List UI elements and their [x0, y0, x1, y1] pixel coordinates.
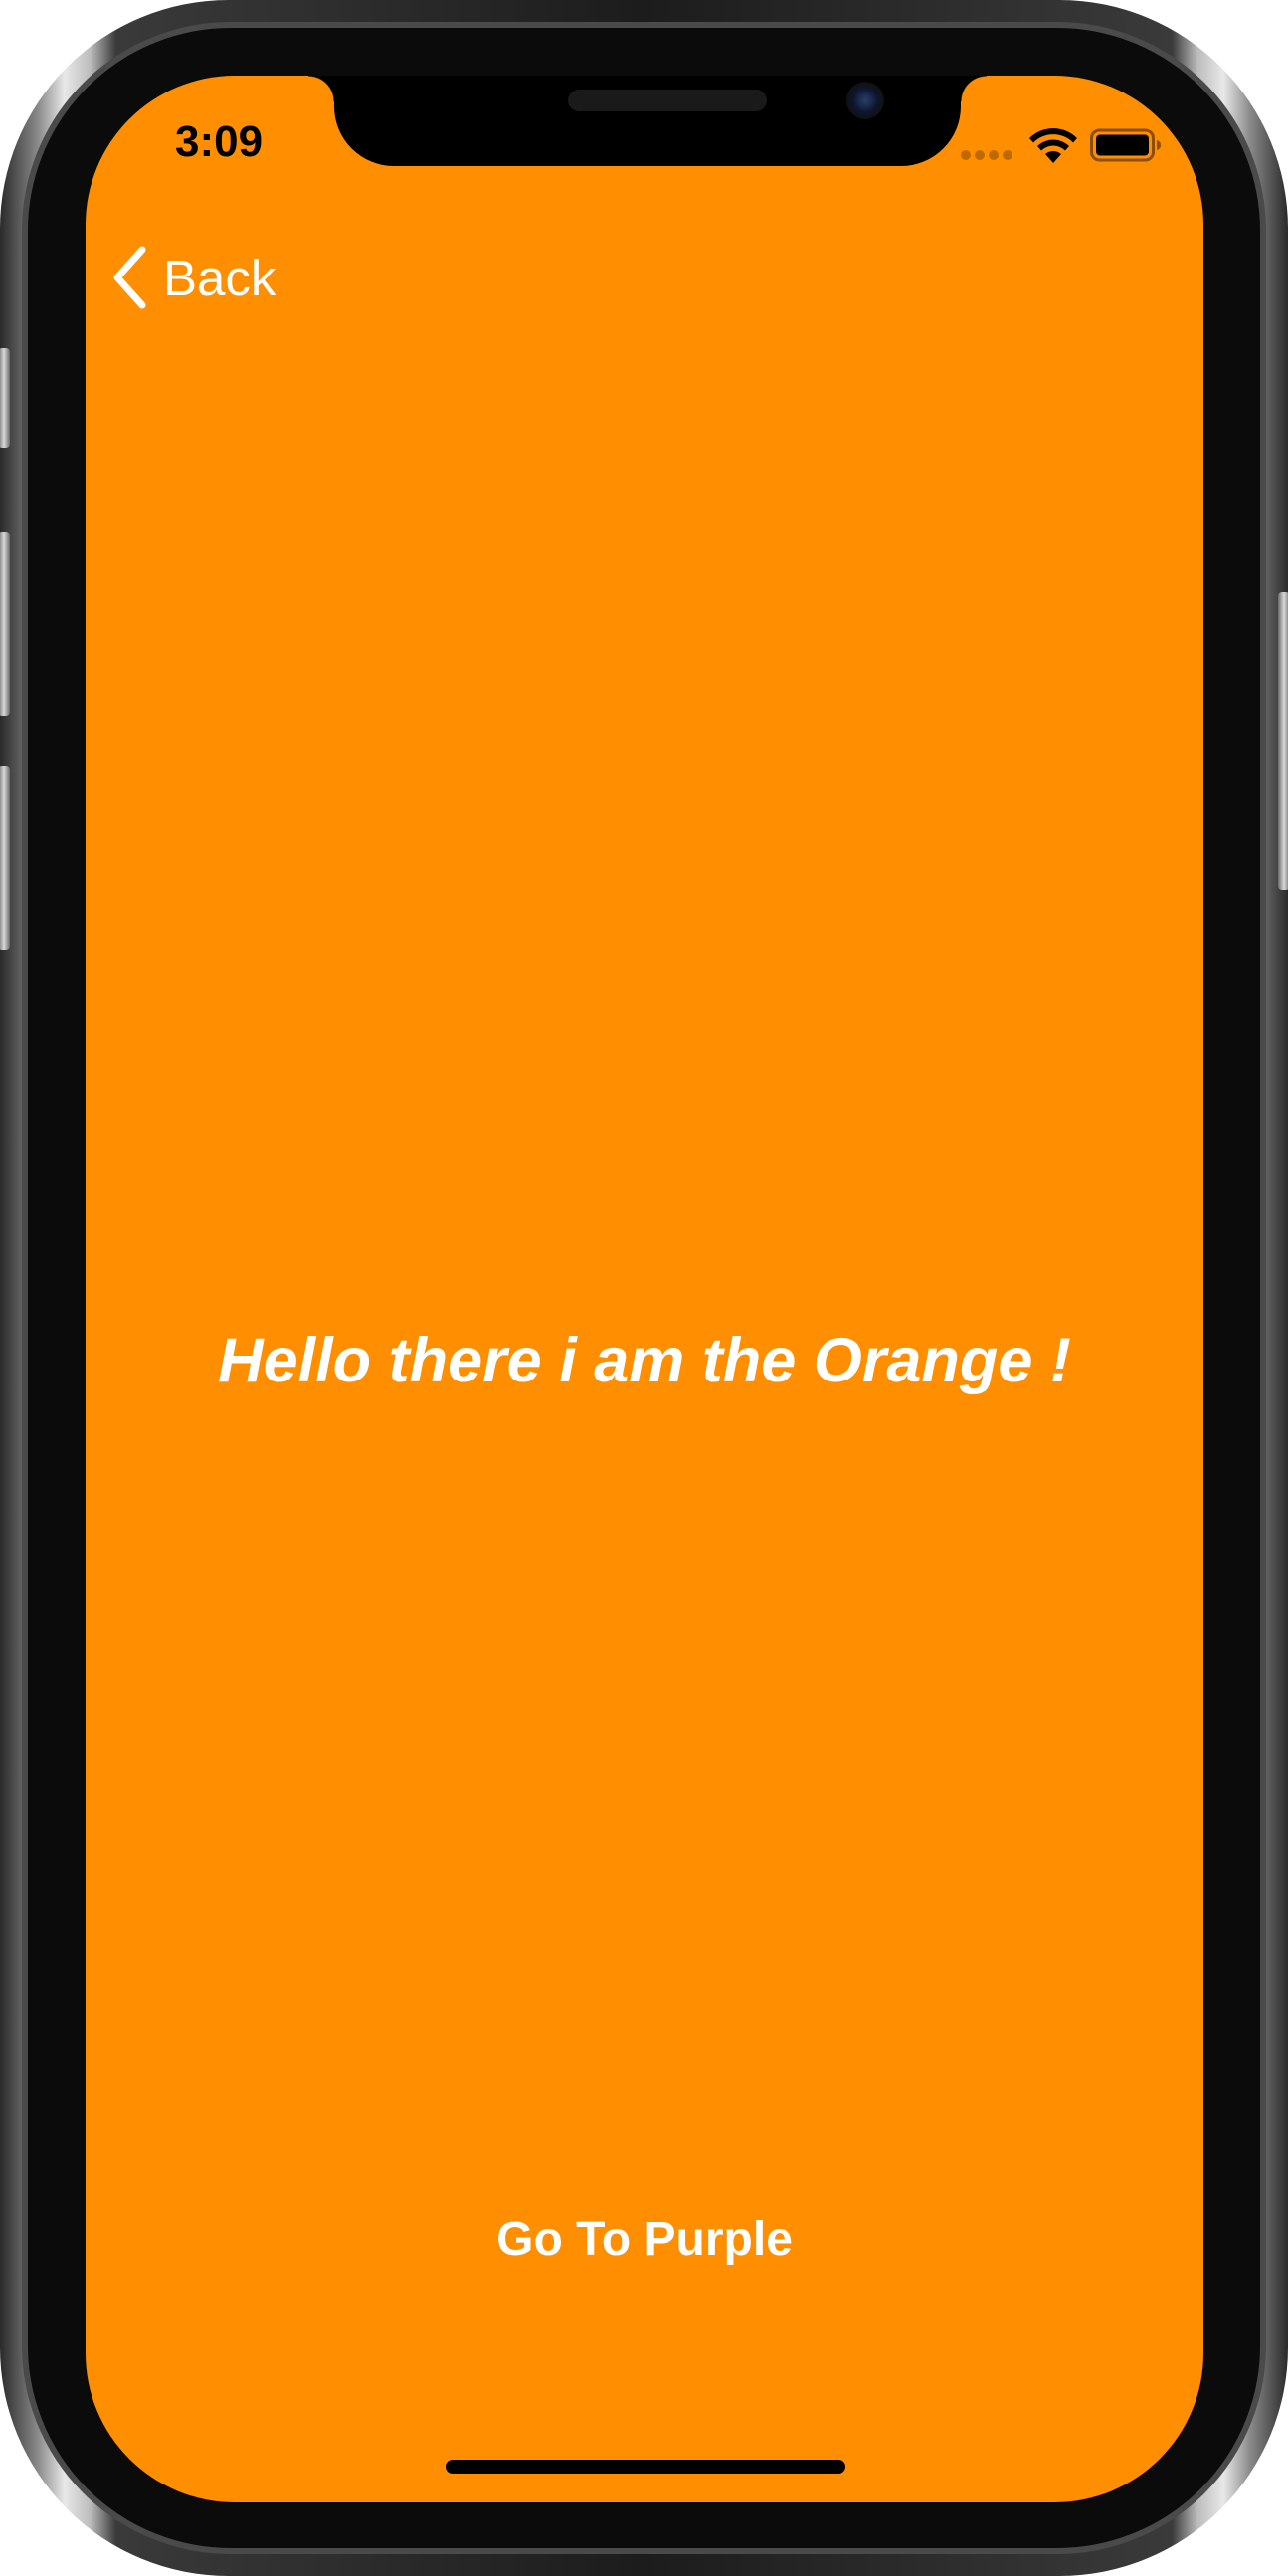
greeting-message: Hello there i am the Orange ! — [218, 1326, 1071, 1395]
speaker-grille — [568, 90, 767, 111]
volume-down-button — [0, 766, 10, 950]
go-to-purple-button[interactable]: Go To Purple — [86, 2212, 1203, 2267]
home-indicator[interactable] — [446, 2460, 845, 2474]
front-camera — [846, 82, 884, 119]
wifi-icon — [1029, 128, 1077, 163]
battery-icon — [1090, 128, 1161, 162]
notch — [308, 76, 987, 166]
chevron-left-icon — [113, 246, 146, 309]
power-button — [1278, 592, 1288, 890]
status-time: 3:09 — [175, 117, 264, 166]
volume-up-button — [0, 532, 10, 716]
screen: 3:09 Back Hello there i am the Orange ! … — [86, 76, 1203, 2502]
cellular-signal-icon — [961, 150, 1016, 160]
back-button[interactable]: Back — [109, 243, 276, 312]
mute-switch — [0, 348, 10, 448]
device-frame: 3:09 Back Hello there i am the Orange ! … — [0, 0, 1288, 2576]
back-label: Back — [163, 249, 276, 306]
